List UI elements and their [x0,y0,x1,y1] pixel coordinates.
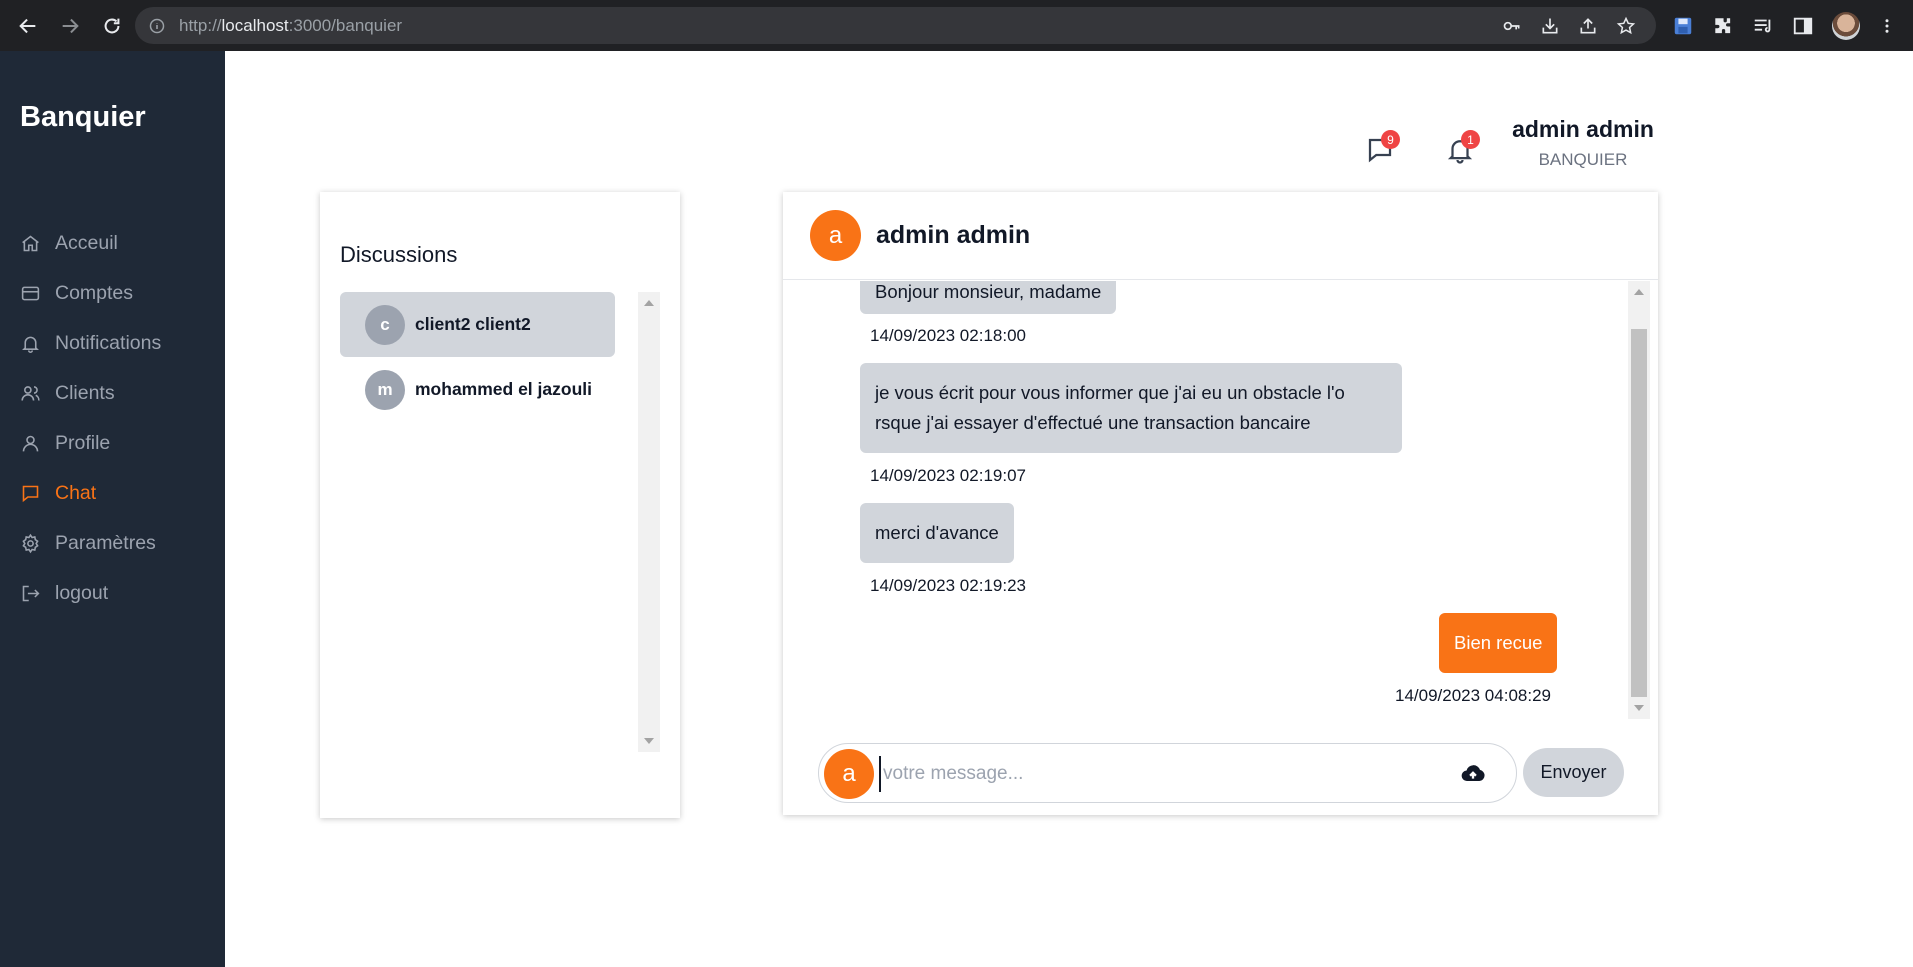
header-user-role: BANQUIER [1538,150,1628,169]
discussions-panel: Discussions c client2 client2 m mohammed… [320,192,680,818]
sidebar-item-label: Clients [55,381,115,404]
chat-contact-name: admin admin [876,221,1031,249]
sidebar-item-clients[interactable]: Clients [0,368,225,418]
sidebar-item-label: Comptes [55,281,134,304]
key-icon[interactable] [1502,16,1522,36]
forward-button[interactable] [50,6,90,46]
discussion-item-mohammed[interactable]: m mohammed el jazouli [340,357,615,422]
discussion-name: mohammed el jazouli [415,379,592,399]
message-time: 14/09/2023 04:08:29 [1395,686,1551,705]
sidebar-nav: Acceuil Comptes Notifications Clients Pr… [0,218,225,618]
users-icon [21,385,40,401]
scrollbar-thumb[interactable] [1631,329,1647,697]
sidebar-item-label: Notifications [55,331,162,354]
header-user-name: admin admin [1512,116,1654,142]
avatar: c [365,304,405,345]
sidebar-item-profile[interactable]: Profile [0,418,225,468]
arrow-left-icon [19,18,36,33]
sidebar-item-label: Chat [55,481,97,504]
media-icon[interactable] [1752,15,1774,37]
card-icon [21,286,40,300]
arrow-right-icon [62,18,79,33]
user-icon [22,435,39,451]
message-bubble-sent: Bien recue [1439,613,1558,673]
message-bubble: Bonjour monsieur, madame [860,281,1117,314]
messages-button[interactable]: 9 [1362,130,1400,168]
discussions-scrollbar[interactable] [638,292,660,752]
info-icon[interactable] [149,18,165,34]
sidebar-item-label: logout [55,581,109,604]
notifications-button[interactable]: 1 [1442,130,1480,168]
sidebar-item-notifications[interactable]: Notifications [0,318,225,368]
save-extension-icon[interactable] [1672,15,1694,37]
messages-badge: 9 [1381,130,1400,149]
home-icon [22,235,39,251]
avatar: m [365,369,405,410]
cloud-upload-icon[interactable] [1459,760,1487,788]
reload-icon [104,18,120,33]
discussions-title: Discussions [340,242,458,267]
chat-icon [22,485,39,502]
sidebar-item-label: Paramètres [55,531,156,554]
avatar: a [824,749,874,799]
discussion-name: client2 client2 [415,314,531,334]
scroll-down-icon[interactable] [1634,705,1644,711]
browser-toolbar: http://localhost:3000/banquier [0,0,1913,51]
sidebar-item-parametres[interactable]: Paramètres [0,518,225,568]
messages-list: Bonjour monsieur, madame 14/09/2023 02:1… [793,281,1638,719]
sidebar-item-chat[interactable]: Chat [0,468,225,518]
share-icon[interactable] [1578,16,1598,36]
message-time: 14/09/2023 02:19:23 [870,576,1026,595]
sidebar: Banquier Acceuil Comptes Notifications C… [0,51,225,967]
scroll-up-icon[interactable] [644,300,654,306]
message-bubble: je vous écrit pour vous informer que j'a… [860,363,1402,453]
install-icon[interactable] [1540,16,1560,36]
more-icon[interactable] [1878,15,1896,37]
puzzle-icon[interactable] [1712,15,1734,37]
sidebar-item-comptes[interactable]: Comptes [0,268,225,318]
message-input[interactable] [879,756,1449,792]
reload-button[interactable] [92,6,132,46]
sidebar-item-logout[interactable]: logout [0,568,225,618]
back-button[interactable] [8,6,48,46]
message-time: 14/09/2023 02:18:00 [870,326,1026,345]
chat-panel: a admin admin Bonjour monsieur, madame 1… [783,192,1658,815]
profile-avatar[interactable] [1832,12,1860,40]
scroll-up-icon[interactable] [1634,289,1644,295]
notifications-badge: 1 [1461,130,1480,149]
sidebar-item-label: Acceuil [55,231,118,254]
avatar: a [810,210,861,261]
address-bar[interactable]: http://localhost:3000/banquier [135,7,1656,44]
gear-icon [22,533,39,553]
send-button[interactable]: Envoyer [1523,748,1624,797]
message-bubble: merci d'avance [860,503,1014,563]
discussion-item-client2[interactable]: c client2 client2 [340,292,615,357]
chat-header: a admin admin [783,192,1658,280]
sidebar-item-acceuil[interactable]: Acceuil [0,218,225,268]
sidebar-item-label: Profile [55,431,111,454]
url-text: http://localhost:3000/banquier [179,15,403,35]
side-panel-icon[interactable] [1792,15,1814,37]
message-time: 14/09/2023 02:19:07 [870,466,1026,485]
message-composer: a [818,743,1517,803]
bell-icon [22,336,39,353]
messages-scrollbar[interactable] [1628,281,1650,719]
brand-title: Banquier [20,101,146,133]
star-icon[interactable] [1616,16,1636,36]
scroll-down-icon[interactable] [644,738,654,744]
logout-icon [22,585,40,601]
discussions-list: c client2 client2 m mohammed el jazouli [340,292,615,422]
